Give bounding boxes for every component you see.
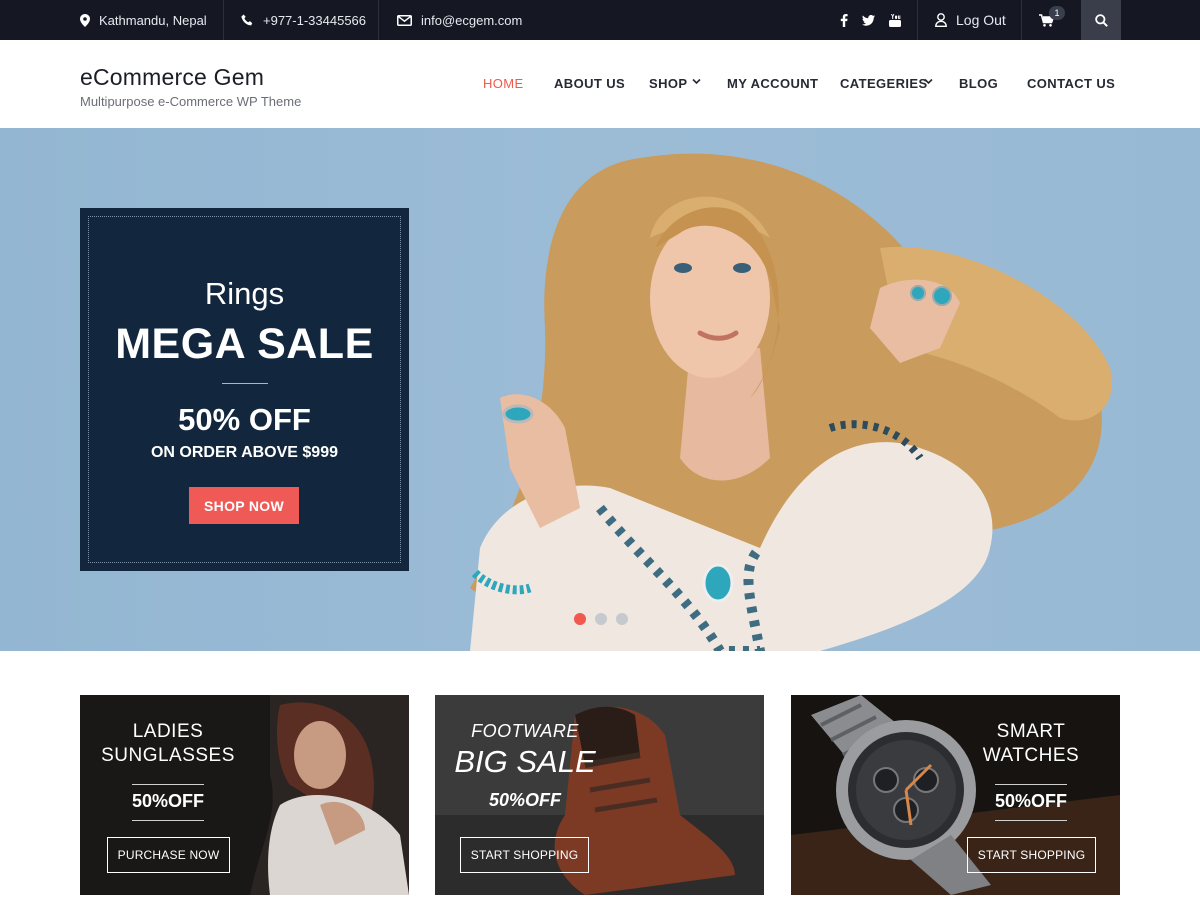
card-discount: 50%OFF — [131, 791, 205, 811]
chevron-down-icon[interactable] — [692, 78, 701, 85]
cart-count-badge: 1 — [1049, 6, 1065, 20]
envelope-icon — [397, 14, 412, 26]
phone-info[interactable]: +977-1-33445566 — [241, 0, 366, 40]
location-text: Kathmandu, Nepal — [99, 12, 207, 28]
phone-icon — [241, 14, 253, 25]
site-tagline: Multipurpose e-Commerce WP Theme — [80, 94, 302, 109]
card-heading-line1: SMART — [996, 721, 1066, 742]
twitter-icon[interactable] — [862, 14, 875, 26]
nav-item-contact-us[interactable]: CONTACT US — [1027, 76, 1115, 91]
card-heading-line1: FOOTWARE — [471, 721, 579, 741]
card-divider — [995, 820, 1067, 821]
slider-dot-2[interactable] — [595, 613, 607, 625]
start-shopping-button[interactable]: START SHOPPING — [460, 837, 589, 873]
site-header: eCommerce Gem Multipurpose e-Commerce WP… — [0, 40, 1200, 128]
logout-label: Log Out — [956, 12, 1006, 28]
card-text-block: FOOTWARE BIG SALE 50%OFF — [445, 720, 605, 811]
map-pin-icon — [80, 13, 90, 27]
nav-item-about-us[interactable]: ABOUT US — [554, 76, 625, 91]
category-card-smart-watches[interactable]: SMART WATCHES 50%OFF START SHOPPING — [791, 695, 1120, 895]
slider-dot-1[interactable] — [574, 613, 586, 625]
card-divider — [132, 820, 204, 821]
card-heading-line2: BIG SALE — [454, 744, 596, 779]
card-text-block: SMART WATCHES 50%OFF — [961, 720, 1101, 821]
card-heading-line1: LADIES — [132, 721, 204, 742]
logout-link[interactable]: Log Out — [935, 0, 1006, 40]
site-title[interactable]: eCommerce Gem — [80, 64, 264, 91]
slider-dot-3[interactable] — [616, 613, 628, 625]
location-info: Kathmandu, Nepal — [80, 0, 207, 40]
youtube-icon[interactable] — [889, 13, 901, 27]
nav-item-shop[interactable]: SHOP — [649, 76, 687, 91]
promo-subtitle: Rings — [204, 276, 285, 311]
top-bar: Kathmandu, Nepal +977-1-33445566 info@ec… — [0, 0, 1200, 40]
nav-item-my-account[interactable]: MY ACCOUNT — [727, 76, 818, 91]
card-text-block: LADIES SUNGLASSES 50%OFF — [98, 720, 238, 821]
hero-slider: Rings MEGA SALE 50% OFF ON ORDER ABOVE $… — [0, 128, 1200, 651]
category-card-sunglasses[interactable]: LADIES SUNGLASSES 50%OFF PURCHASE NOW — [80, 695, 409, 895]
slider-dots — [574, 613, 628, 625]
card-divider — [132, 784, 204, 785]
divider — [223, 0, 224, 40]
nav-item-categeries[interactable]: CATEGERIES — [840, 76, 928, 91]
start-shopping-button[interactable]: START SHOPPING — [967, 837, 1096, 873]
card-heading-line2: SUNGLASSES — [101, 745, 235, 766]
user-icon — [935, 13, 947, 27]
card-heading-line2: WATCHES — [982, 745, 1080, 766]
card-divider — [995, 784, 1067, 785]
email-info[interactable]: info@ecgem.com — [397, 0, 522, 40]
chevron-down-icon[interactable] — [924, 78, 933, 85]
nav-item-home[interactable]: HOME — [483, 76, 524, 91]
promo-box: Rings MEGA SALE 50% OFF ON ORDER ABOVE $… — [80, 208, 409, 571]
social-links — [840, 0, 901, 40]
card-discount: 50%OFF — [994, 791, 1068, 811]
facebook-icon[interactable] — [840, 13, 848, 27]
promo-divider — [222, 383, 268, 384]
promo-discount: 50% OFF — [178, 402, 311, 437]
promo-condition: ON ORDER ABOVE $999 — [150, 444, 338, 461]
email-text: info@ecgem.com — [421, 12, 523, 28]
promo-title: MEGA SALE — [115, 320, 374, 368]
category-card-footware[interactable]: FOOTWARE BIG SALE 50%OFF START SHOPPING — [435, 695, 764, 895]
search-icon — [1094, 13, 1108, 27]
divider — [917, 0, 918, 40]
shop-now-button[interactable]: SHOP NOW — [189, 487, 299, 524]
purchase-now-button[interactable]: PURCHASE NOW — [107, 837, 230, 873]
card-discount: 50%OFF — [488, 790, 562, 810]
divider — [378, 0, 379, 40]
divider — [1021, 0, 1022, 40]
nav-item-blog[interactable]: BLOG — [959, 76, 998, 91]
phone-text: +977-1-33445566 — [263, 12, 367, 28]
search-button[interactable] — [1081, 0, 1121, 40]
